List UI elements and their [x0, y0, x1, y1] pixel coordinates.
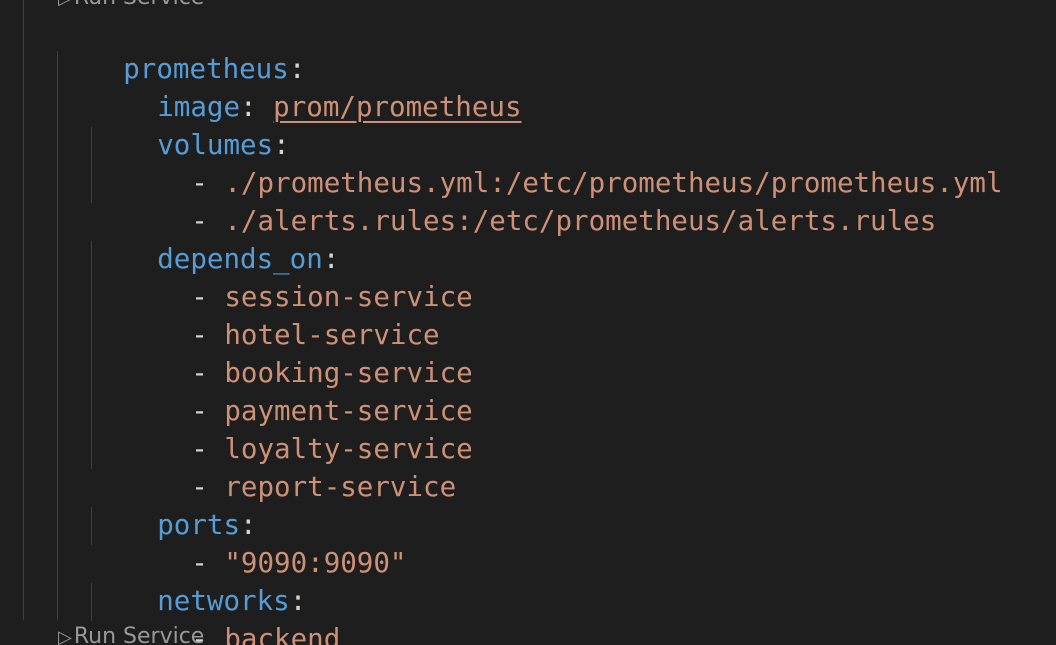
code-line-port-item[interactable]: - "9090:9090" [125, 506, 406, 579]
code-line-depends-on[interactable]: depends_on: [91, 202, 339, 275]
code-line-depends-item[interactable]: - loyalty-service [125, 392, 472, 465]
code-line-volume-item[interactable]: - ./prometheus.yml:/etc/prometheus/prome… [125, 126, 1002, 199]
code-line-depends-item[interactable]: - report-service [125, 430, 456, 503]
run-service-codelens-top[interactable]: ▷Run Service [58, 0, 204, 12]
code-line-depends-item[interactable]: - payment-service [125, 354, 472, 427]
codelens-label: Run Service [74, 0, 205, 10]
image-link[interactable]: prom/prometheus [273, 91, 521, 123]
yaml-value: report-service [224, 471, 457, 503]
play-outline-icon: ▷ [58, 0, 72, 9]
code-line-depends-item[interactable]: - session-service [125, 240, 472, 313]
code-line-depends-item[interactable]: - hotel-service [125, 278, 439, 351]
code-line-image[interactable]: image: prom/prometheus [91, 50, 521, 123]
code-line-network-item[interactable]: - backend [125, 582, 340, 645]
code-line-ports[interactable]: ports: [91, 468, 256, 541]
yaml-value: backend [224, 623, 341, 645]
indent-guide [57, 51, 58, 620]
code-line-service[interactable]: prometheus: [57, 12, 305, 85]
codelens-label: Run Service [73, 624, 205, 645]
code-line-volume-item[interactable]: - ./alerts.rules:/etc/prometheus/alerts.… [125, 164, 936, 237]
code-line-networks[interactable]: networks: [91, 544, 306, 617]
code-line-volumes[interactable]: volumes: [91, 88, 289, 161]
run-service-codelens-bottom[interactable]: ▷Run Service [58, 623, 204, 645]
indent-guide [23, 0, 24, 620]
code-line-depends-item[interactable]: - booking-service [125, 316, 472, 389]
code-editor[interactable]: ▷Run Service prometheus: image: prom/pro… [0, 0, 1056, 645]
play-outline-icon: ▷ [58, 627, 72, 645]
